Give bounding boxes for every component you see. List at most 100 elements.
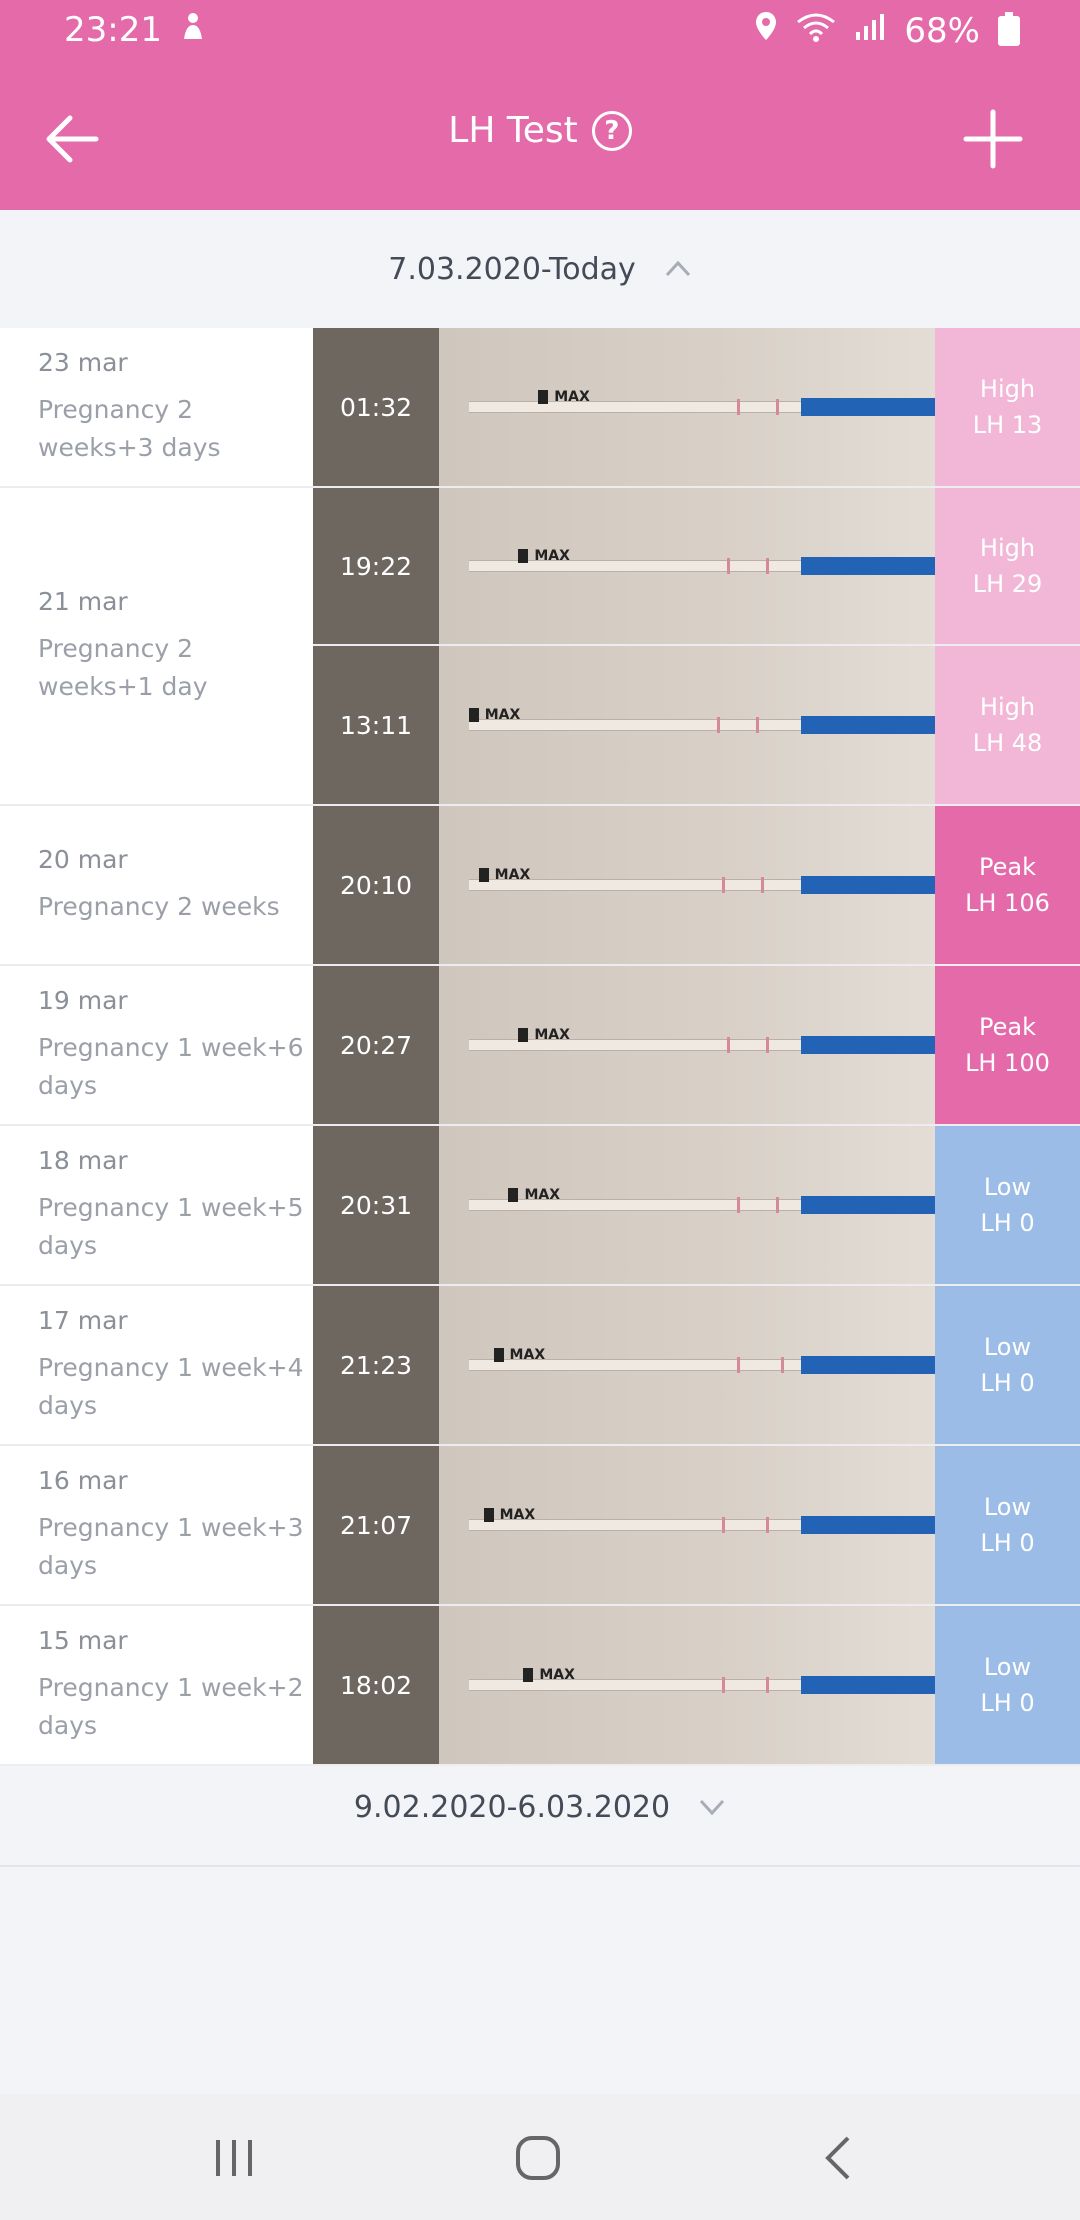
plus-icon[interactable] bbox=[958, 104, 1028, 174]
result-level: Peak bbox=[979, 853, 1036, 881]
test-entry[interactable]: 01:32 MAX High LH 13 bbox=[313, 328, 1080, 486]
test-entry[interactable]: 13:11 MAX High LH 48 bbox=[313, 646, 1080, 804]
strip-max-label: MAX bbox=[523, 1667, 575, 1683]
test-strip-photo[interactable]: MAX bbox=[439, 966, 935, 1124]
strip-max-label: MAX bbox=[469, 707, 521, 723]
status-bar: 23:21 68% bbox=[0, 0, 1080, 64]
entry-date: 23 mar bbox=[38, 347, 128, 377]
test-line bbox=[766, 1517, 770, 1533]
date-group: 19 mar Pregnancy 1 week+6 days 20:27 MAX Pea… bbox=[0, 966, 1080, 1126]
test-entry[interactable]: 20:27 MAX Peak LH 100 bbox=[313, 966, 1080, 1124]
strip-handle bbox=[801, 1516, 935, 1534]
entries: 20:10 MAX Peak LH 106 bbox=[313, 806, 1080, 964]
pregnancy-stage: Pregnancy 1 week+6 days bbox=[38, 1032, 304, 1100]
page-title-wrap: LH Test ? bbox=[0, 110, 1080, 151]
result-badge: Low LH 0 bbox=[935, 1446, 1080, 1604]
result-value: LH 0 bbox=[980, 1369, 1035, 1397]
entry-time: 19:22 bbox=[313, 488, 439, 644]
strip-max-label: MAX bbox=[479, 867, 531, 883]
test-line bbox=[766, 1677, 770, 1693]
result-level: High bbox=[979, 375, 1036, 403]
entry-time: 13:11 bbox=[313, 646, 439, 804]
test-strip-photo[interactable]: MAX bbox=[439, 1126, 935, 1284]
chevron-up-icon bbox=[664, 255, 692, 283]
battery-percent: 68% bbox=[904, 10, 980, 51]
entries: 19:22 MAX High LH 29 13:11 MAX High LH 48 bbox=[313, 488, 1080, 804]
strip-handle bbox=[801, 1196, 935, 1214]
result-badge: Low LH 0 bbox=[935, 1126, 1080, 1284]
control-line bbox=[726, 558, 730, 574]
test-entry[interactable]: 21:07 MAX Low LH 0 bbox=[313, 1446, 1080, 1604]
entries: 18:02 MAX Low LH 0 bbox=[313, 1606, 1080, 1764]
test-entry[interactable]: 18:02 MAX Low LH 0 bbox=[313, 1606, 1080, 1764]
control-line bbox=[721, 1517, 725, 1533]
strip-max-label: MAX bbox=[508, 1187, 560, 1203]
test-strip-photo[interactable]: MAX bbox=[439, 1286, 935, 1444]
help-icon[interactable]: ? bbox=[591, 110, 632, 151]
test-line bbox=[756, 717, 760, 733]
result-value: LH 0 bbox=[980, 1689, 1035, 1717]
test-line bbox=[781, 1357, 785, 1373]
control-line bbox=[721, 1677, 725, 1693]
entries: 01:32 MAX High LH 13 bbox=[313, 328, 1080, 486]
test-entry[interactable]: 20:10 MAX Peak LH 106 bbox=[313, 806, 1080, 964]
entries: 21:23 MAX Low LH 0 bbox=[313, 1286, 1080, 1444]
strip-handle bbox=[801, 1356, 935, 1374]
control-line bbox=[736, 399, 740, 415]
control-line bbox=[716, 717, 720, 733]
entry-time: 21:07 bbox=[313, 1446, 439, 1604]
entry-date: 17 mar bbox=[38, 1305, 128, 1335]
entries: 21:07 MAX Low LH 0 bbox=[313, 1446, 1080, 1604]
back-icon[interactable] bbox=[814, 2132, 866, 2184]
wifi-icon bbox=[796, 11, 836, 51]
entry-time: 20:27 bbox=[313, 966, 439, 1124]
test-strip-photo[interactable]: MAX bbox=[439, 1606, 935, 1764]
range-header-previous[interactable]: 9.02.2020-6.03.2020 bbox=[0, 1749, 1080, 1867]
pregnancy-stage: Pregnancy 1 week+4 days bbox=[38, 1352, 304, 1420]
entry-time: 01:32 bbox=[313, 328, 439, 486]
test-strip-photo[interactable]: MAX bbox=[439, 488, 935, 644]
recent-apps-icon[interactable] bbox=[208, 2132, 260, 2184]
home-icon[interactable] bbox=[512, 2132, 564, 2184]
result-value: LH 100 bbox=[965, 1049, 1050, 1077]
date-cell: 23 mar Pregnancy 2 weeks+3 days bbox=[0, 328, 313, 486]
signal-icon bbox=[854, 11, 886, 51]
result-level: High bbox=[979, 693, 1036, 721]
strip-handle bbox=[801, 1676, 935, 1694]
strip-handle bbox=[801, 716, 935, 734]
result-level: Peak bbox=[979, 1013, 1036, 1041]
test-line bbox=[776, 399, 780, 415]
result-badge: Low LH 0 bbox=[935, 1286, 1080, 1444]
date-group: 23 mar Pregnancy 2 weeks+3 days 01:32 MAX Hi… bbox=[0, 328, 1080, 488]
result-badge: Peak LH 100 bbox=[935, 966, 1080, 1124]
date-cell: 19 mar Pregnancy 1 week+6 days bbox=[0, 966, 313, 1124]
entries: 20:31 MAX Low LH 0 bbox=[313, 1126, 1080, 1284]
test-strip-photo[interactable]: MAX bbox=[439, 1446, 935, 1604]
entries: 20:27 MAX Peak LH 100 bbox=[313, 966, 1080, 1124]
result-value: LH 13 bbox=[972, 411, 1043, 439]
system-nav-bar bbox=[0, 2094, 1080, 2220]
test-entry[interactable]: 21:23 MAX Low LH 0 bbox=[313, 1286, 1080, 1444]
strip-handle bbox=[801, 1036, 935, 1054]
clock: 23:21 bbox=[64, 10, 162, 50]
control-line bbox=[721, 877, 725, 893]
pregnancy-stage: Pregnancy 2 weeks+3 days bbox=[38, 394, 221, 462]
result-badge: High LH 13 bbox=[935, 328, 1080, 486]
result-level: Low bbox=[983, 1333, 1032, 1361]
entry-date: 16 mar bbox=[38, 1465, 128, 1495]
test-line bbox=[766, 1037, 770, 1053]
test-strip-photo[interactable]: MAX bbox=[439, 806, 935, 964]
strip-max-label: MAX bbox=[518, 548, 570, 564]
test-line bbox=[761, 877, 765, 893]
entry-date: 18 mar bbox=[38, 1145, 128, 1175]
range-header-current[interactable]: 7.03.2020-Today bbox=[0, 210, 1080, 328]
test-entry[interactable]: 19:22 MAX High LH 29 bbox=[313, 488, 1080, 646]
entry-time: 20:31 bbox=[313, 1126, 439, 1284]
test-strip-photo[interactable]: MAX bbox=[439, 328, 935, 486]
location-icon bbox=[754, 10, 778, 51]
date-cell: 16 mar Pregnancy 1 week+3 days bbox=[0, 1446, 313, 1604]
test-strip-photo[interactable]: MAX bbox=[439, 646, 935, 804]
test-entry[interactable]: 20:31 MAX Low LH 0 bbox=[313, 1126, 1080, 1284]
strip-max-label: MAX bbox=[518, 1027, 570, 1043]
result-badge: High LH 48 bbox=[935, 646, 1080, 804]
